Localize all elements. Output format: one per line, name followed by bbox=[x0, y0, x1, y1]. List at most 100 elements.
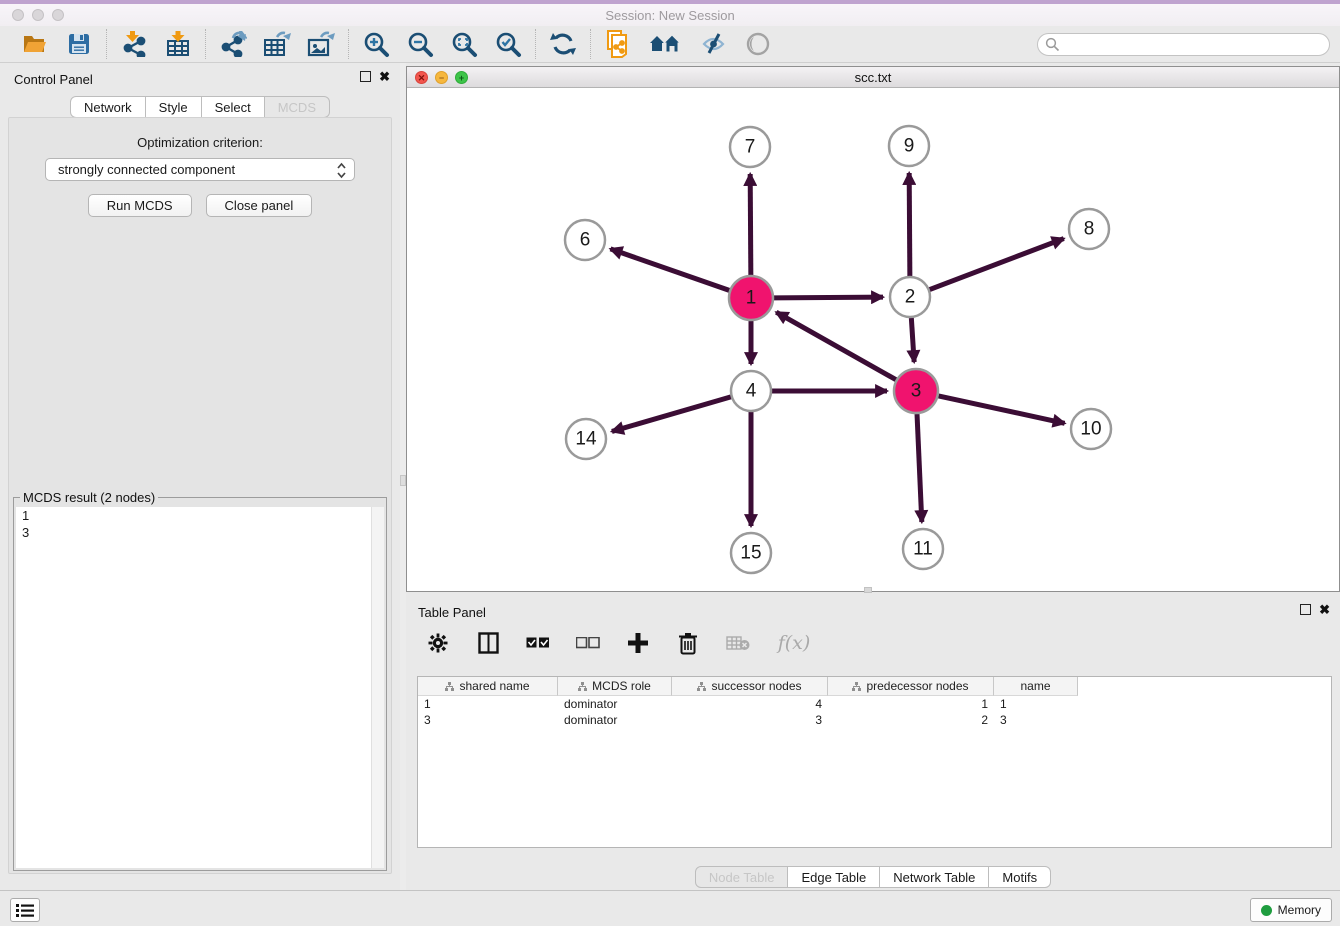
network-canvas[interactable]: 7968124314101511 bbox=[407, 88, 1339, 591]
run-mcds-button[interactable]: Run MCDS bbox=[88, 194, 192, 217]
graph-edge-3-11[interactable] bbox=[917, 414, 922, 522]
save-session-button[interactable] bbox=[65, 30, 93, 58]
tab-network[interactable]: Network bbox=[70, 96, 146, 118]
column-header-MCDS-role[interactable]: MCDS role bbox=[558, 677, 672, 696]
graph-edge-2-8[interactable] bbox=[930, 239, 1064, 290]
network-window-titlebar[interactable]: ✕ − + scc.txt bbox=[407, 67, 1339, 88]
table-cell[interactable]: 3 bbox=[994, 712, 1078, 728]
tab-network-table[interactable]: Network Table bbox=[880, 866, 989, 888]
table-panel: Table Panel ✖ bbox=[406, 596, 1340, 888]
result-line: 3 bbox=[16, 524, 384, 541]
table-row[interactable]: 3dominator323 bbox=[418, 712, 1331, 728]
table-row[interactable]: 1dominator411 bbox=[418, 696, 1331, 712]
delete-column-button[interactable] bbox=[674, 629, 702, 657]
import-table-button[interactable] bbox=[164, 30, 192, 58]
network-graph[interactable]: 7968124314101511 bbox=[407, 88, 1339, 591]
graph-edge-1-6[interactable] bbox=[610, 249, 729, 291]
control-panel-title: Control Panel bbox=[14, 72, 93, 87]
column-header-predecessor-nodes[interactable]: predecessor nodes bbox=[828, 677, 994, 696]
graph-edge-1-2[interactable] bbox=[774, 297, 883, 298]
float-panel-icon[interactable] bbox=[360, 71, 371, 82]
float-table-panel-icon[interactable] bbox=[1300, 604, 1311, 615]
criterion-dropdown-value: strongly connected component bbox=[58, 162, 235, 177]
zoom-selected-button[interactable] bbox=[494, 30, 522, 58]
split-columns-icon bbox=[478, 632, 499, 654]
open-folder-icon bbox=[22, 31, 48, 57]
graph-node-label: 15 bbox=[740, 543, 761, 564]
table-cell[interactable]: 4 bbox=[672, 696, 828, 712]
close-panel-button[interactable]: Close panel bbox=[206, 194, 313, 217]
first-neighbors-button[interactable] bbox=[648, 30, 684, 58]
mcds-result-textarea[interactable]: 1 3 bbox=[16, 507, 384, 868]
import-network-button[interactable] bbox=[120, 30, 148, 58]
table-cell[interactable]: 1 bbox=[994, 696, 1078, 712]
home-houses-icon bbox=[649, 33, 683, 55]
table-cell[interactable]: 1 bbox=[418, 696, 558, 712]
memory-status-icon bbox=[1261, 905, 1272, 916]
table-panel-mode-button[interactable] bbox=[474, 629, 502, 657]
function-builder-button[interactable]: f(x) bbox=[774, 629, 814, 657]
graph-edge-2-3[interactable] bbox=[911, 318, 914, 362]
deselect-all-button[interactable] bbox=[574, 629, 602, 657]
table-cell[interactable]: 1 bbox=[828, 696, 994, 712]
add-column-button[interactable] bbox=[624, 629, 652, 657]
select-all-button[interactable] bbox=[524, 629, 552, 657]
tab-motifs[interactable]: Motifs bbox=[989, 866, 1051, 888]
zoom-fit-button[interactable] bbox=[450, 30, 478, 58]
graph-edge-1-7[interactable] bbox=[750, 174, 751, 275]
network-view-window: ✕ − + scc.txt 7968124314101511 bbox=[406, 66, 1340, 592]
graph-edge-3-10[interactable] bbox=[938, 396, 1064, 423]
refresh-button[interactable] bbox=[549, 30, 577, 58]
clone-network-button[interactable] bbox=[604, 30, 632, 58]
graph-node-label: 2 bbox=[905, 287, 916, 308]
column-header-shared-name[interactable]: shared name bbox=[418, 677, 558, 696]
export-image-icon bbox=[307, 31, 335, 57]
search-icon bbox=[1045, 37, 1060, 52]
graph-node-label: 4 bbox=[746, 381, 757, 402]
table-cell[interactable]: 3 bbox=[672, 712, 828, 728]
graph-edge-3-1[interactable] bbox=[776, 312, 896, 379]
table-panel-title: Table Panel bbox=[418, 605, 486, 620]
tab-style[interactable]: Style bbox=[146, 96, 202, 118]
table-cell[interactable]: 3 bbox=[418, 712, 558, 728]
node-table[interactable]: shared nameMCDS rolesuccessor nodesprede… bbox=[417, 676, 1332, 848]
column-header-name[interactable]: name bbox=[994, 677, 1078, 696]
zoom-out-button[interactable] bbox=[406, 30, 434, 58]
control-panel-tabs: Network Style Select MCDS bbox=[0, 96, 400, 118]
task-history-button[interactable] bbox=[10, 898, 40, 922]
close-panel-icon[interactable]: ✖ bbox=[379, 71, 390, 82]
open-session-button[interactable] bbox=[21, 30, 49, 58]
memory-button[interactable]: Memory bbox=[1250, 898, 1332, 922]
tab-node-table[interactable]: Node Table bbox=[695, 866, 789, 888]
export-network-icon bbox=[220, 31, 247, 57]
table-cell[interactable]: 2 bbox=[828, 712, 994, 728]
criterion-dropdown[interactable]: strongly connected component bbox=[45, 158, 355, 181]
hide-selected-button[interactable] bbox=[700, 30, 728, 58]
graph-edge-2-9[interactable] bbox=[909, 173, 910, 276]
graph-node-label: 11 bbox=[913, 539, 933, 560]
import-network-icon bbox=[121, 31, 147, 57]
search-input[interactable] bbox=[1037, 33, 1330, 56]
delete-table-button[interactable] bbox=[724, 629, 752, 657]
table-cell[interactable]: dominator bbox=[558, 712, 672, 728]
refresh-icon bbox=[550, 31, 576, 57]
canvas-resize-grip[interactable] bbox=[864, 587, 872, 593]
mcds-tab-content: Optimization criterion: strongly connect… bbox=[8, 117, 392, 874]
export-network-button[interactable] bbox=[219, 30, 247, 58]
table-cell[interactable]: dominator bbox=[558, 696, 672, 712]
zoom-in-button[interactable] bbox=[362, 30, 390, 58]
settings-gear-button[interactable] bbox=[424, 629, 452, 657]
close-table-panel-icon[interactable]: ✖ bbox=[1319, 604, 1330, 615]
tab-edge-table[interactable]: Edge Table bbox=[788, 866, 880, 888]
graph-node-label: 1 bbox=[746, 288, 757, 309]
graph-edge-4-14[interactable] bbox=[612, 397, 731, 432]
export-table-button[interactable] bbox=[263, 30, 291, 58]
show-graphics-details-button[interactable] bbox=[744, 30, 772, 58]
tab-mcds[interactable]: MCDS bbox=[265, 96, 330, 118]
result-scrollbar[interactable] bbox=[371, 507, 384, 868]
column-header-successor-nodes[interactable]: successor nodes bbox=[672, 677, 828, 696]
delete-table-icon bbox=[726, 635, 750, 651]
export-image-button[interactable] bbox=[307, 30, 335, 58]
gear-icon bbox=[428, 633, 448, 653]
tab-select[interactable]: Select bbox=[202, 96, 265, 118]
